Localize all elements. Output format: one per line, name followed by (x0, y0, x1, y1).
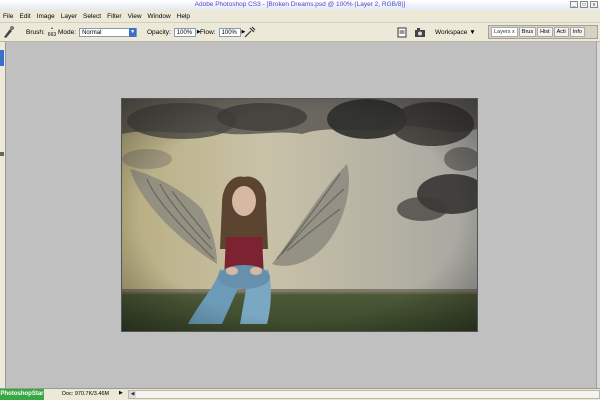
maximize-button[interactable]: □ (580, 1, 588, 8)
menu-image[interactable]: Image (34, 13, 58, 20)
horizontal-scrollbar[interactable]: ◀ (128, 390, 600, 399)
opacity-group: Opacity: 100% ▶ (147, 23, 201, 41)
tab-history[interactable]: Hist (537, 27, 553, 37)
palette-well: Layers x Brus Hist Acti Info (488, 25, 598, 39)
mode-label: Mode: (58, 28, 77, 36)
scroll-left-arrow-icon[interactable]: ◀ (129, 391, 136, 398)
mode-dropdown-icon[interactable]: ▼ (129, 27, 137, 37)
mode-select[interactable]: Normal ▼ (79, 27, 138, 37)
menu-edit[interactable]: Edit (16, 13, 33, 20)
close-button[interactable]: x (590, 1, 598, 8)
workspace-label: Workspace ▼ (435, 28, 476, 36)
tab-layers-label: Layers (494, 29, 511, 35)
menu-view[interactable]: View (125, 13, 145, 20)
flow-group: Flow: 100% ▶ (200, 23, 245, 41)
airbrush-icon (244, 26, 256, 38)
status-menu-arrow-icon[interactable]: ▶ (119, 390, 123, 396)
brush-label: Brush: (26, 28, 45, 36)
menu-bar: File Edit Image Layer Select Filter View… (0, 10, 600, 23)
minimize-button[interactable]: _ (570, 1, 578, 8)
menu-file[interactable]: File (0, 13, 16, 20)
toolbox[interactable] (0, 42, 6, 388)
toolbox-header[interactable] (0, 50, 4, 66)
menu-window[interactable]: Window (145, 13, 174, 20)
tab-actions[interactable]: Acti (553, 27, 569, 37)
toolbox-grip[interactable] (0, 152, 4, 156)
document-canvas[interactable] (121, 98, 478, 332)
site-logo: PhotoshopStar (0, 389, 44, 400)
camera-icon (415, 27, 425, 37)
file-browser-button[interactable] (397, 23, 407, 41)
brush-preview[interactable]: • 663 (48, 26, 56, 38)
mode-group: Mode: Normal ▼ (58, 23, 138, 41)
tab-layers-close-icon[interactable]: x (512, 29, 515, 35)
doc-info[interactable]: Doc: 970.7K/3.46M (62, 391, 109, 397)
tool-preset-picker[interactable] (2, 23, 16, 41)
title-bar: Adobe Photoshop CS3 - [Broken Dreams.psd… (0, 0, 600, 10)
window-title: Adobe Photoshop CS3 - [Broken Dreams.psd… (194, 1, 406, 8)
tab-info[interactable]: Info (569, 27, 585, 37)
options-bar: Brush: • 663 Mode: Normal ▼ Opacity: 100… (0, 23, 600, 42)
artwork-image (122, 99, 477, 331)
brush-picker[interactable]: Brush: • 663 (26, 23, 56, 41)
window-controls: _ □ x (570, 1, 598, 8)
menu-help[interactable]: Help (174, 13, 193, 20)
flow-label: Flow: (200, 28, 216, 36)
tab-layers[interactable]: Layers x (491, 27, 518, 37)
flow-field[interactable]: 100% (218, 27, 241, 37)
menu-layer[interactable]: Layer (58, 13, 80, 20)
right-panel-edge (596, 42, 600, 388)
menu-select[interactable]: Select (80, 13, 104, 20)
opacity-label: Opacity: (147, 28, 171, 36)
brush-tool-icon (4, 26, 14, 38)
status-bar: PhotoshopStar Doc: 970.7K/3.46M ▶ ◀ (0, 388, 600, 400)
bridge-button[interactable] (414, 23, 426, 41)
workspace-menu[interactable]: Workspace ▼ (435, 23, 476, 41)
tab-brushes[interactable]: Brus (518, 27, 537, 37)
brush-size: 663 (47, 32, 57, 38)
opacity-field[interactable]: 100% (173, 27, 196, 37)
airbrush-toggle[interactable] (244, 23, 256, 41)
document-icon (397, 27, 407, 37)
menu-filter[interactable]: Filter (104, 13, 124, 20)
mode-value: Normal (82, 29, 102, 36)
